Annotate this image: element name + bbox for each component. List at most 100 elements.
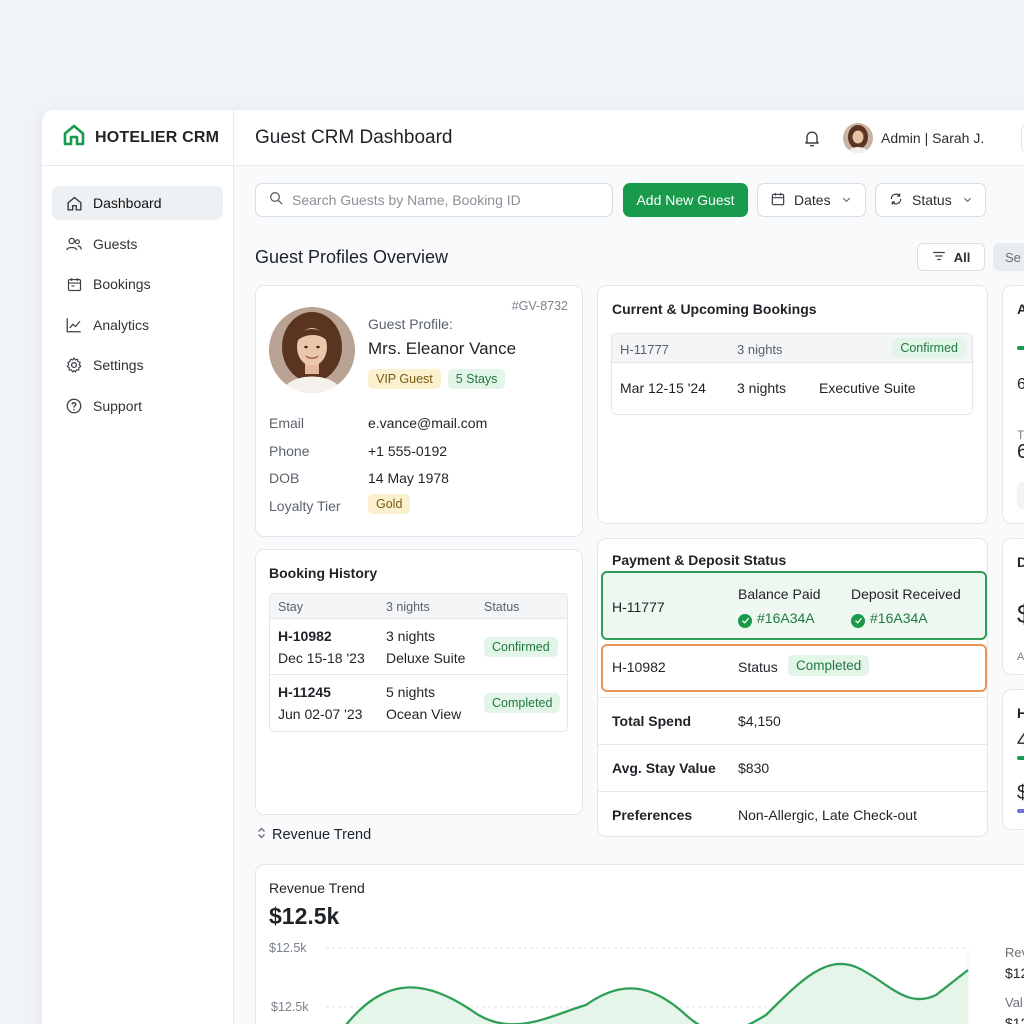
app-window: HOTELIER CRM Dashboard Guests Bookings A…	[42, 110, 1024, 1024]
side-card-value: 6	[1017, 441, 1024, 463]
secondary-filter-button[interactable]: Se	[993, 243, 1024, 271]
booking-nights: 5 nights	[386, 684, 436, 700]
booking-dates: Dec 15-18 '23	[278, 650, 365, 666]
payment-status-card: Payment & Deposit Status H-11777 Balance…	[597, 538, 988, 837]
home-icon	[65, 194, 83, 212]
booking-nights: 3 nights	[737, 342, 783, 357]
sidebar-item-guests[interactable]: Guests	[52, 227, 223, 261]
booking-head-row[interactable]: H-11777 3 nights Confirmed	[611, 333, 973, 363]
table-row[interactable]: H-10982 Dec 15-18 '23 3 nights Deluxe Su…	[270, 619, 567, 675]
gear-icon	[65, 356, 83, 374]
calendar-icon	[770, 191, 786, 210]
side-card-amount: $	[1017, 599, 1024, 630]
summary-value: Non-Allergic, Late Check-out	[738, 807, 917, 823]
booking-room: Ocean View	[386, 706, 462, 722]
payment-highlight-row[interactable]: H-11777 Balance Paid #16A34A Deposit Rec…	[601, 571, 987, 640]
deposit-label: Deposit Received	[851, 586, 961, 602]
brand: HOTELIER CRM	[42, 110, 233, 166]
booking-dates: Jun 02-07 '23	[278, 706, 363, 722]
dates-filter-label: Dates	[794, 192, 831, 208]
sidebar-item-label: Dashboard	[93, 195, 162, 211]
top-bar: Guest CRM Dashboard Admin | Sarah J.	[234, 110, 1024, 166]
sidebar-item-settings[interactable]: Settings	[52, 348, 223, 382]
history-table-header: Stay 3 nights Status	[269, 593, 568, 619]
booking-id: H-11777	[620, 342, 669, 357]
sidebar-item-label: Guests	[93, 235, 138, 252]
section-title: Guest Profiles Overview	[255, 247, 449, 267]
deposit-value: #16A34A	[851, 610, 928, 628]
side-card-h: H 4 $	[1002, 689, 1024, 830]
stays-badge: 5 Stays	[447, 369, 506, 389]
field-label: DOB	[269, 470, 300, 486]
sidebar-item-bookings[interactable]: Bookings	[52, 267, 223, 301]
booking-status-badge: Confirmed	[892, 338, 966, 358]
sidebar-item-support[interactable]: Support	[52, 389, 223, 423]
avatar[interactable]	[843, 123, 873, 153]
balance-value-text: #16A34A	[757, 610, 815, 626]
booking-id: H-10982	[278, 628, 332, 644]
side-card-initial: D	[1017, 554, 1024, 570]
booking-id: H-10982	[612, 659, 666, 675]
side-card-button[interactable]	[1017, 482, 1024, 509]
chart-line-icon	[65, 316, 83, 334]
dates-filter-button[interactable]: Dates	[757, 183, 866, 217]
revenue-trend-card: Revenue Trend $12.5k $12.5k $12.5k Rev $…	[255, 864, 1024, 1024]
table-row[interactable]: H-11245 Jun 02-07 '23 5 nights Ocean Vie…	[270, 675, 567, 731]
check-icon	[851, 613, 865, 628]
progress-bar	[1017, 756, 1024, 760]
sidebar-nav: Dashboard Guests Bookings Analytics Sett…	[42, 166, 233, 449]
booking-row[interactable]: Mar 12-15 '24 3 nights Executive Suite	[611, 363, 973, 415]
hotel-logo-icon	[62, 123, 86, 152]
loyalty-tier-badge: Gold	[368, 494, 411, 514]
booking-nights: 3 nights	[386, 628, 436, 644]
status-badge: Confirmed	[484, 637, 558, 657]
summary-label: Preferences	[612, 807, 693, 823]
bell-icon[interactable]	[802, 128, 822, 153]
booking-history-card: Booking History Stay 3 nights Status H-1…	[255, 549, 583, 815]
main-content: Guest CRM Dashboard Admin | Sarah J. Add…	[234, 110, 1024, 1024]
progress-bar	[1017, 809, 1024, 813]
card-title: Payment & Deposit Status	[612, 552, 787, 568]
payment-status-row[interactable]: H-10982 Status Completed	[601, 644, 987, 692]
sidebar: HOTELIER CRM Dashboard Guests Bookings A…	[42, 110, 234, 1024]
filter-all-button[interactable]: All	[917, 243, 985, 271]
column-header: 3 nights	[386, 600, 430, 614]
legend-value: $12	[1005, 965, 1024, 981]
email-value: e.vance@mail.com	[368, 415, 488, 431]
filter-icon	[932, 249, 946, 266]
progress-bar	[1017, 346, 1024, 350]
side-card-caption: A	[1017, 651, 1024, 663]
guest-avatar	[269, 307, 355, 393]
user-name[interactable]: Admin | Sarah J.	[881, 130, 984, 146]
search-input[interactable]	[292, 192, 602, 208]
side-card-d: D $ A	[1002, 538, 1024, 675]
booking-id: H-11777	[612, 599, 665, 615]
revenue-trend-toggle[interactable]: Revenue Trend	[257, 827, 371, 843]
sidebar-item-label: Support	[93, 397, 143, 414]
sidebar-item-label: Bookings	[93, 276, 151, 292]
sidebar-item-analytics[interactable]: Analytics	[52, 308, 223, 342]
balance-value: #16A34A	[738, 610, 815, 628]
revenue-toggle-label: Revenue Trend	[272, 827, 372, 843]
chevron-down-icon	[962, 192, 973, 208]
side-card-initial: A	[1017, 301, 1024, 317]
summary-label: Total Spend	[612, 713, 692, 729]
check-icon	[738, 613, 752, 628]
legend-value: $12	[1005, 1015, 1024, 1024]
status-filter-button[interactable]: Status	[875, 183, 986, 217]
add-new-guest-button[interactable]: Add New Guest	[623, 183, 748, 217]
status-filter-label: Status	[912, 192, 952, 208]
field-label: Loyalty Tier	[269, 498, 341, 514]
booking-dates: Mar 12-15 '24	[620, 380, 706, 396]
legend-label: Rev	[1005, 945, 1024, 960]
page-title: Guest CRM Dashboard	[255, 127, 453, 148]
legend-label: Val	[1005, 995, 1023, 1010]
users-icon	[65, 235, 83, 253]
payment-summary-row: Total Spend $4,150	[598, 697, 987, 744]
chevron-down-icon	[841, 192, 852, 208]
phone-value: +1 555-0192	[368, 443, 448, 459]
dob-value: 14 May 1978	[368, 470, 449, 486]
guest-badges: VIP Guest 5 Stays	[368, 369, 506, 389]
sidebar-item-dashboard[interactable]: Dashboard	[52, 186, 223, 220]
status-badge: Completed	[788, 655, 870, 676]
